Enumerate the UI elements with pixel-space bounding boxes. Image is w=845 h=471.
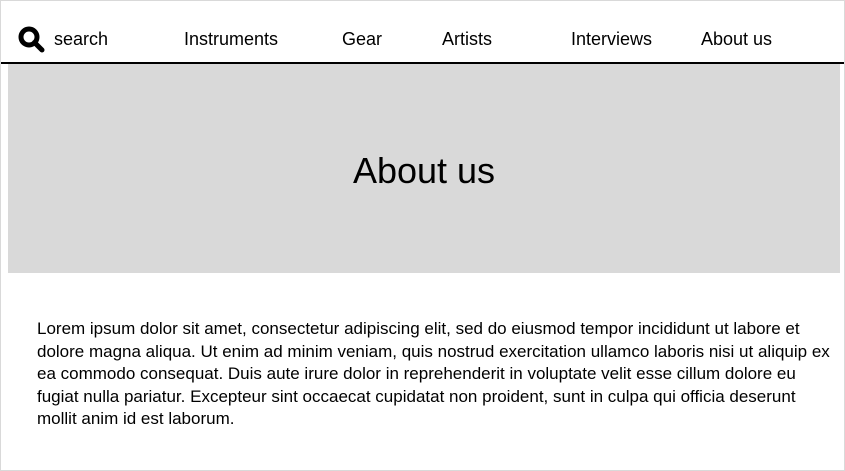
page-title: About us xyxy=(352,149,496,191)
hero-banner: About us xyxy=(8,64,840,273)
top-navigation: search Instruments Gear Artists Intervie… xyxy=(1,1,844,64)
nav-item-gear[interactable]: Gear xyxy=(342,25,382,53)
nav-item-instruments[interactable]: Instruments xyxy=(184,25,278,53)
search-label: search xyxy=(54,29,109,49)
search-icon xyxy=(18,26,45,53)
about-paragraph: Lorem ipsum dolor sit amet, consectetur … xyxy=(37,319,830,428)
nav-item-about-us[interactable]: About us xyxy=(701,25,772,53)
search-button[interactable]: search xyxy=(17,25,108,53)
nav-item-interviews[interactable]: Interviews xyxy=(571,25,652,53)
nav-item-artists[interactable]: Artists xyxy=(442,25,492,53)
page: search Instruments Gear Artists Intervie… xyxy=(0,0,845,471)
